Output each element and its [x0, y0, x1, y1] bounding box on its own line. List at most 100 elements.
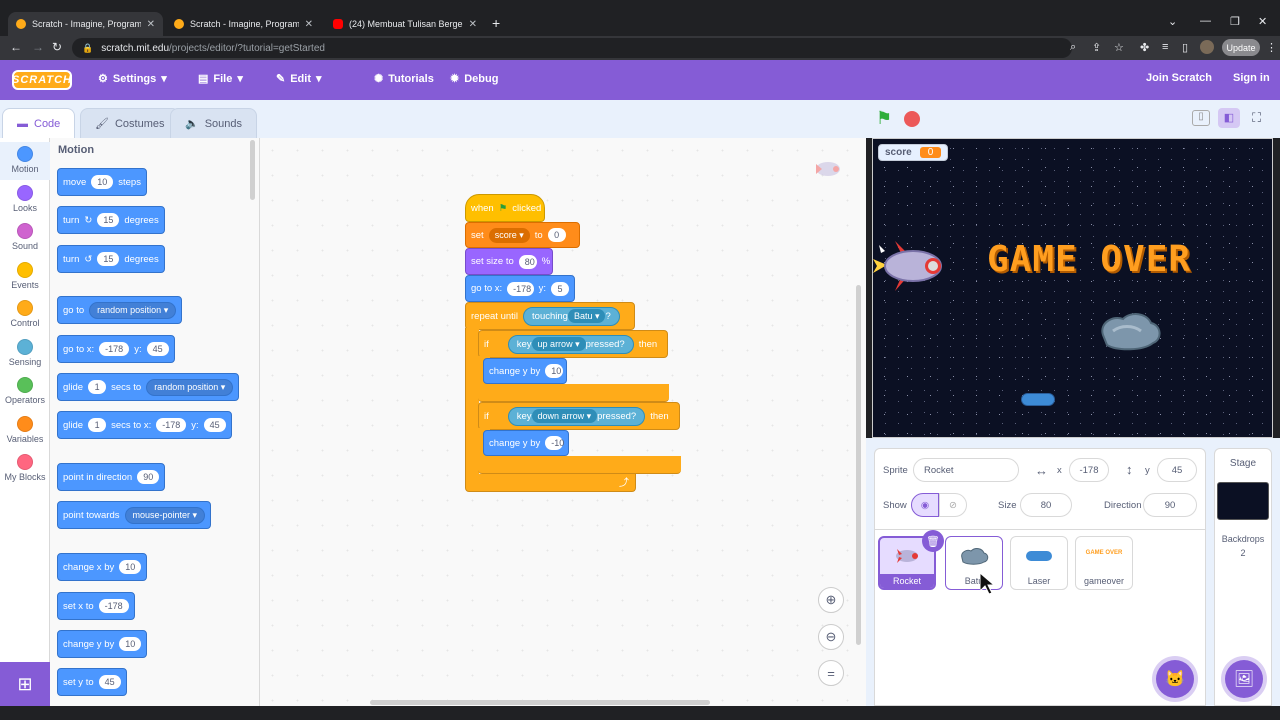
block-input[interactable]: 80: [518, 254, 537, 269]
edit-menu[interactable]: ✎ Edit ▾: [276, 72, 322, 86]
set-size-block[interactable]: set size to 80%: [465, 248, 553, 275]
block-move-steps[interactable]: move 10 steps: [57, 168, 147, 196]
size-input[interactable]: 80: [1020, 493, 1072, 517]
block-input[interactable]: 10: [119, 637, 142, 651]
close-tab-icon[interactable]: ✕: [305, 19, 313, 30]
direction-input[interactable]: 90: [1143, 493, 1197, 517]
sprite-tile-laser[interactable]: Laser: [1010, 536, 1068, 590]
address-bar[interactable]: 🔒 scratch.mit.edu/projects/editor/?tutor…: [72, 38, 1072, 58]
touching-dropdown[interactable]: Batu ▾: [567, 308, 606, 323]
category-looks[interactable]: Looks: [0, 181, 50, 219]
tab-code[interactable]: ▬ Code: [2, 108, 76, 138]
block-input[interactable]: 15: [97, 252, 120, 266]
category-events[interactable]: Events: [0, 258, 50, 296]
update-button[interactable]: Update: [1222, 39, 1260, 56]
show-hidden-toggle[interactable]: ⊘: [939, 493, 967, 517]
category-control[interactable]: Control: [0, 296, 50, 334]
tutorials-button[interactable]: ✺ Tutorials: [374, 72, 434, 86]
go-to-xy-block[interactable]: go to x: -178 y: 5: [465, 275, 575, 302]
palette-scrollbar[interactable]: [250, 140, 255, 200]
y-input[interactable]: 45: [1157, 458, 1197, 482]
tab-search-icon[interactable]: ⌄: [1168, 15, 1177, 28]
block-input[interactable]: 45: [98, 675, 121, 689]
change-y-down-block[interactable]: change y by -10: [483, 430, 569, 456]
block-input[interactable]: -178: [507, 281, 534, 296]
category-motion[interactable]: Motion: [0, 142, 50, 180]
share-icon[interactable]: ⇪: [1092, 41, 1101, 54]
block-set-y[interactable]: set y to 45: [57, 668, 127, 696]
key-pressed-condition[interactable]: key down arrow ▾ pressed?: [507, 406, 646, 426]
change-y-up-block[interactable]: change y by 10: [483, 358, 567, 384]
block-dropdown[interactable]: mouse-pointer ▾: [124, 506, 206, 524]
block-glide-to-xy[interactable]: glide 1 secs to x: -178 y: 45: [57, 411, 232, 439]
tab-costumes[interactable]: 🖌 Costumes: [80, 108, 180, 138]
small-stage-icon[interactable]: ▯: [1192, 110, 1210, 126]
block-input[interactable]: 10: [119, 560, 142, 574]
block-input[interactable]: 5: [551, 281, 569, 296]
block-input[interactable]: 1: [88, 380, 107, 394]
zoom-in-button[interactable]: ⊕: [818, 587, 844, 613]
block-turn-left[interactable]: turn ↺ 15 degrees: [57, 245, 165, 273]
block-point-in-direction[interactable]: point in direction 90: [57, 463, 166, 491]
block-dropdown[interactable]: random position ▾: [89, 301, 177, 319]
category-sensing[interactable]: Sensing: [0, 335, 50, 373]
browser-tab-scratch-2[interactable]: Scratch - Imagine, Program, Sha ✕: [166, 12, 321, 36]
new-tab-icon[interactable]: +: [492, 15, 500, 31]
show-visible-toggle[interactable]: ◉: [911, 493, 939, 517]
block-turn-right[interactable]: turn ↻ 15 degrees: [57, 206, 165, 234]
block-input[interactable]: 45: [203, 418, 226, 432]
category-operators[interactable]: Operators: [0, 373, 50, 411]
set-variable-block[interactable]: set score ▾ to 0: [465, 222, 580, 248]
script-vscrollbar[interactable]: [856, 285, 861, 645]
media-control-icon[interactable]: ≡: [1162, 41, 1168, 53]
zoom-icon[interactable]: ⌕: [1070, 41, 1076, 54]
extensions-icon[interactable]: ✤: [1140, 41, 1149, 54]
browser-tab-scratch-1[interactable]: Scratch - Imagine, Program, Sha ✕: [8, 12, 163, 36]
join-scratch-link[interactable]: Join Scratch: [1146, 72, 1212, 84]
category-my-blocks[interactable]: My Blocks: [0, 450, 50, 488]
profile-avatar[interactable]: [1200, 40, 1214, 54]
script-area[interactable]: when ⚑ clicked set score ▾ to 0 set size to 80…: [260, 138, 866, 706]
if-up-arrow-block[interactable]: if key up arrow ▾ pressed? then: [478, 330, 668, 358]
chrome-menu-icon[interactable]: ⋮: [1266, 41, 1277, 54]
sprite-name-input[interactable]: Rocket: [913, 458, 1019, 482]
close-tab-icon[interactable]: ✕: [469, 19, 477, 30]
sign-in-link[interactable]: Sign in: [1233, 72, 1270, 84]
reload-icon[interactable]: ↻: [52, 40, 62, 54]
touching-condition[interactable]: touching Batu ▾?: [523, 306, 620, 326]
zoom-out-button[interactable]: ⊖: [818, 624, 844, 650]
browser-tab-youtube[interactable]: (24) Membuat Tulisan Bergerak - ✕: [325, 12, 485, 36]
block-change-y[interactable]: change y by 10: [57, 630, 148, 658]
large-stage-icon[interactable]: ◧: [1218, 108, 1240, 128]
block-change-x[interactable]: change x by 10: [57, 553, 148, 581]
settings-menu[interactable]: ⚙ Settings ▾: [98, 72, 167, 86]
stop-icon[interactable]: [904, 111, 920, 127]
block-input[interactable]: 1: [88, 418, 107, 432]
block-go-to-xy[interactable]: go to x: -178 y: 45: [57, 335, 175, 363]
when-flag-clicked-block[interactable]: when ⚑ clicked: [465, 194, 545, 222]
key-dropdown[interactable]: up arrow ▾: [531, 336, 586, 351]
sprite-tile-gameover[interactable]: GAME OVER gameover: [1075, 536, 1133, 590]
stage-canvas[interactable]: score 0 GAME OVER: [872, 138, 1273, 438]
green-flag-icon[interactable]: ⚑: [876, 108, 892, 129]
block-input[interactable]: -178: [156, 418, 187, 432]
close-tab-icon[interactable]: ✕: [147, 19, 155, 30]
delete-sprite-button[interactable]: 🗑: [922, 530, 944, 552]
key-pressed-condition[interactable]: key up arrow ▾ pressed?: [507, 334, 634, 354]
category-variables[interactable]: Variables: [0, 412, 50, 450]
back-icon[interactable]: ←: [10, 40, 22, 54]
block-dropdown[interactable]: random position ▾: [146, 378, 234, 396]
add-extension-button[interactable]: ⊞: [0, 662, 50, 706]
block-input[interactable]: 10: [91, 175, 114, 189]
block-go-to[interactable]: go to random position ▾: [57, 296, 183, 324]
block-input[interactable]: 0: [547, 228, 566, 242]
block-point-towards[interactable]: point towards mouse-pointer ▾: [57, 501, 212, 529]
script-hscrollbar[interactable]: [370, 700, 710, 705]
x-input[interactable]: -178: [1069, 458, 1109, 482]
repeat-until-block[interactable]: repeat until touching Batu ▾?: [465, 302, 635, 330]
key-dropdown[interactable]: down arrow ▾: [531, 408, 598, 423]
fullscreen-icon[interactable]: ⛶: [1252, 110, 1261, 126]
variable-dropdown[interactable]: score ▾: [488, 227, 530, 243]
file-menu[interactable]: ▤ File ▾: [198, 72, 243, 86]
choose-backdrop-button[interactable]: 🖼: [1225, 660, 1263, 698]
